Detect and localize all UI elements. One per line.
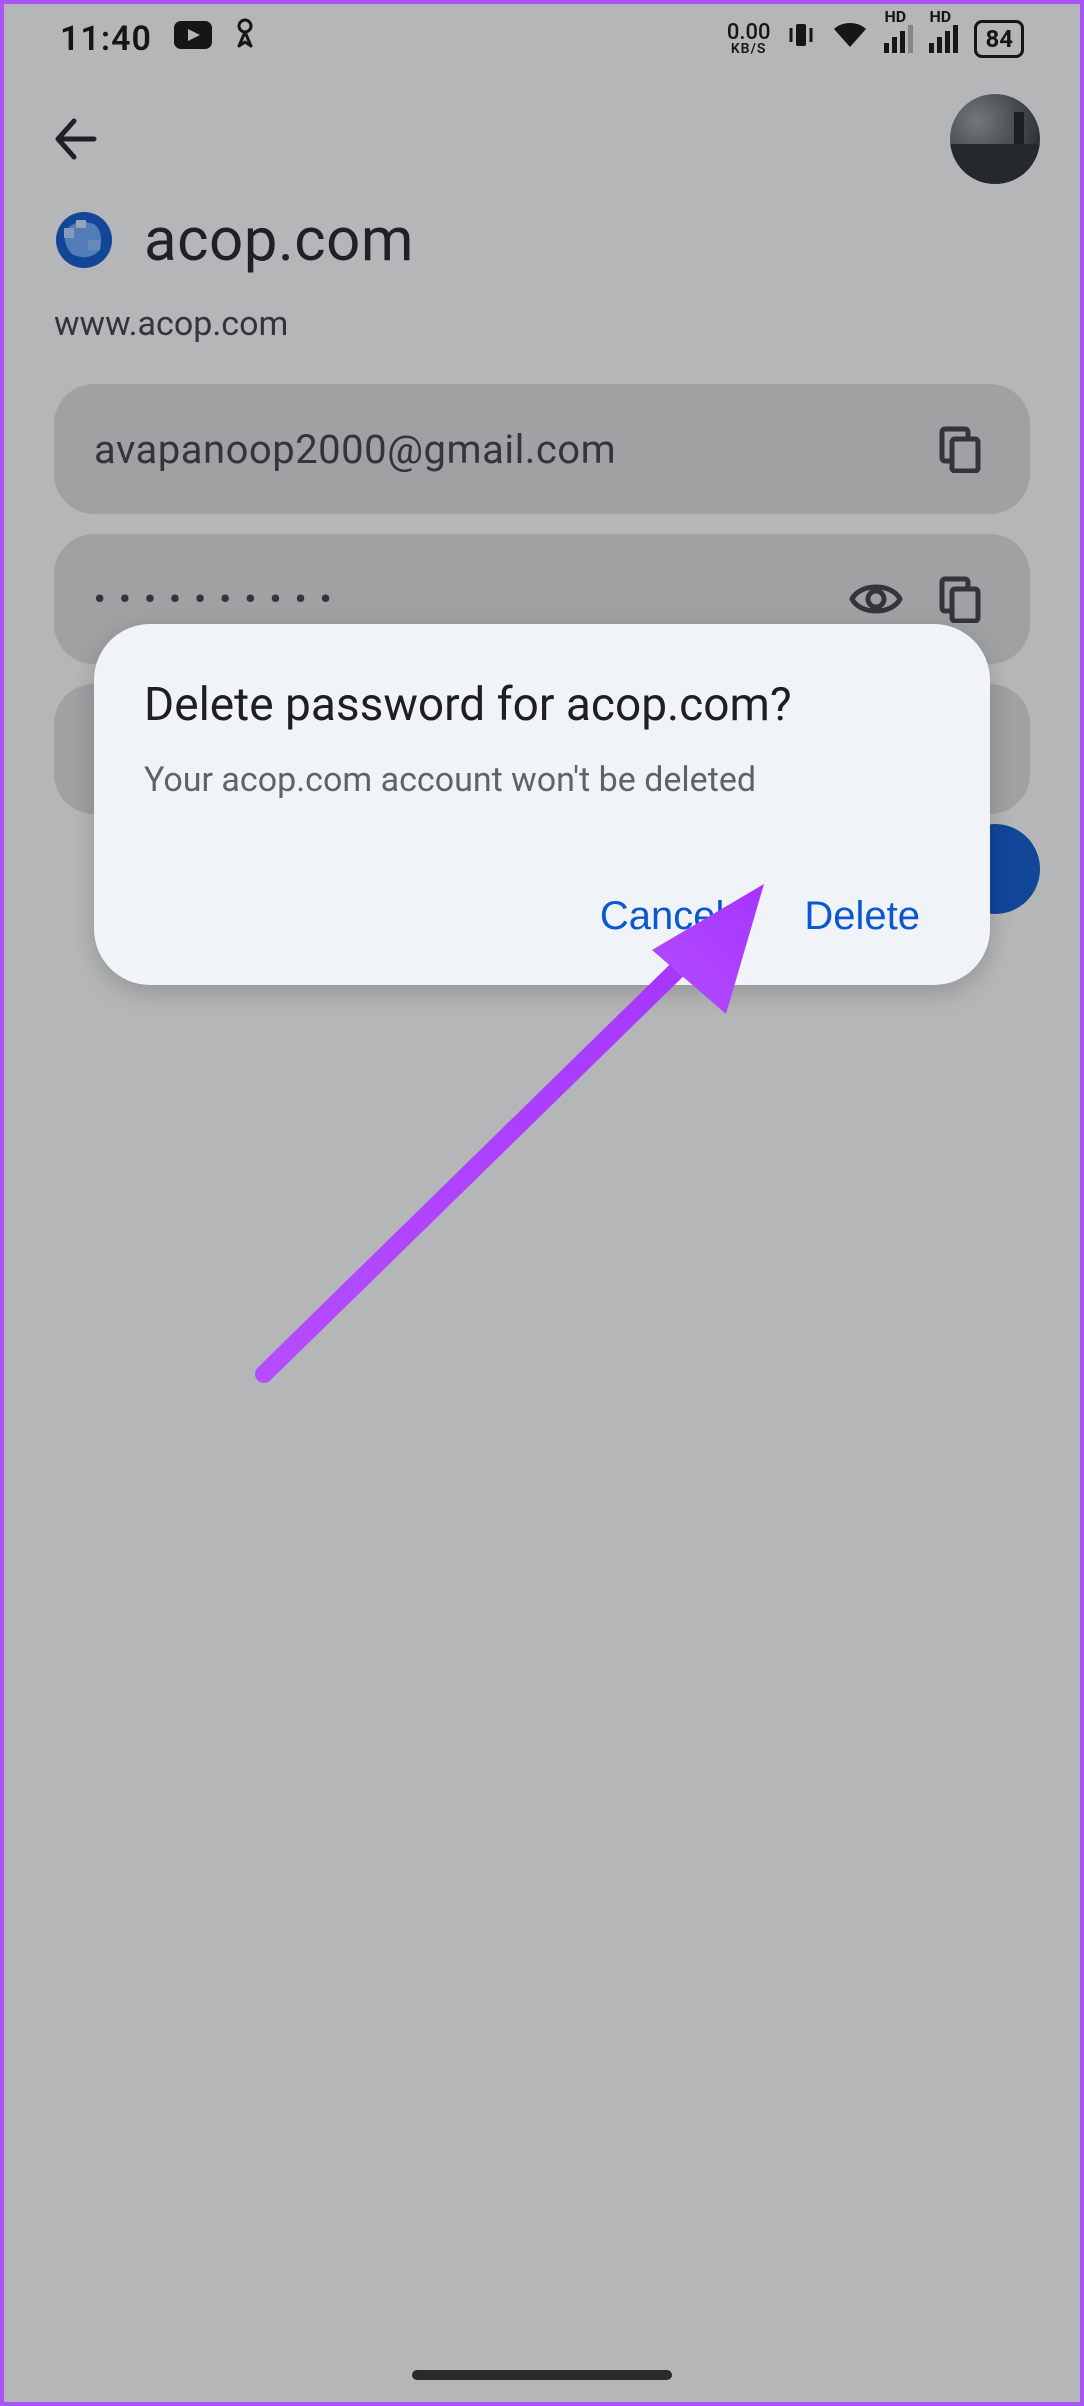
delete-button[interactable]: Delete: [804, 894, 920, 939]
dialog-body: Your acop.com account won't be deleted: [144, 758, 940, 804]
navigation-pill[interactable]: [412, 2370, 672, 2380]
delete-password-dialog: Delete password for acop.com? Your acop.…: [94, 624, 990, 985]
device-frame: 11:40 0.00 KB/S: [0, 0, 1084, 2406]
cancel-button[interactable]: Cancel: [600, 894, 725, 939]
dialog-title: Delete password for acop.com?: [144, 678, 940, 732]
dialog-actions: Cancel Delete: [144, 894, 940, 951]
screen: 11:40 0.00 KB/S: [4, 4, 1080, 2402]
dialog-scrim[interactable]: [4, 4, 1080, 2402]
